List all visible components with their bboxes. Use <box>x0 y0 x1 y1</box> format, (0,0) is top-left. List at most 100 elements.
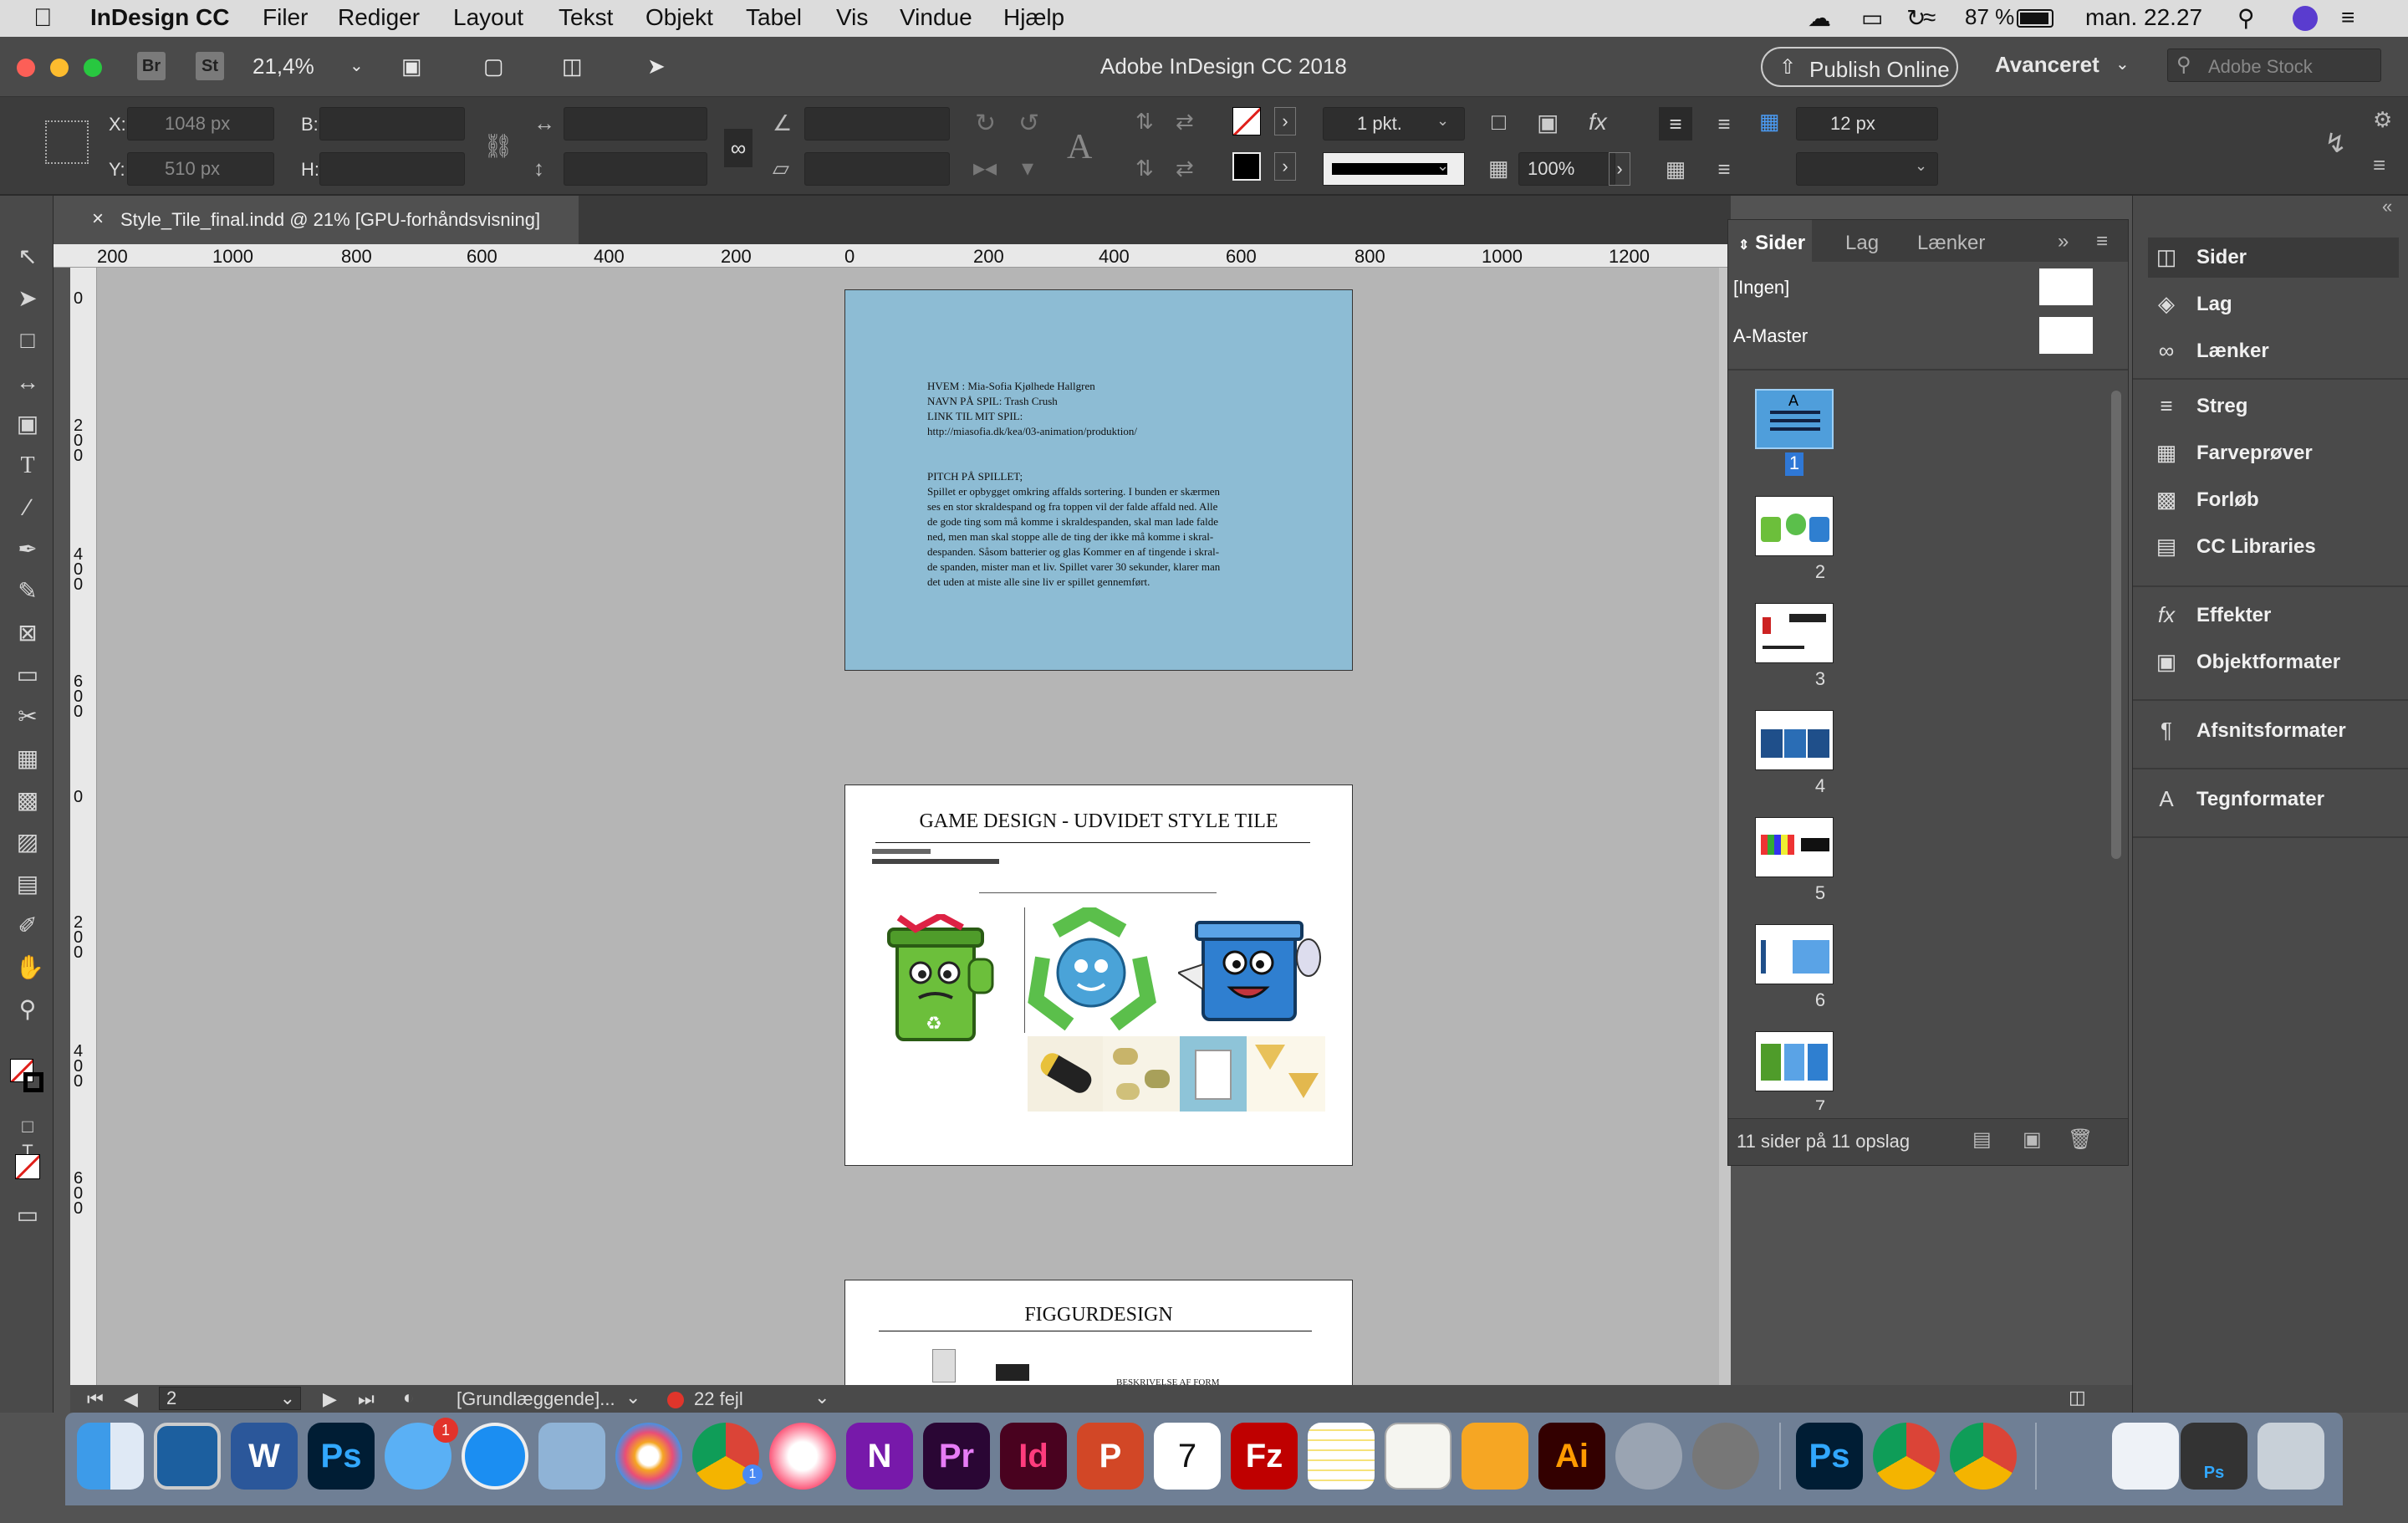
stroke-swatch[interactable] <box>1232 152 1261 181</box>
premiere-app-icon[interactable]: Pr <box>923 1423 990 1490</box>
zoom-window-button[interactable] <box>84 59 102 77</box>
dock-sider[interactable]: ◫ Sider <box>2148 238 2399 278</box>
edit-page-size-icon[interactable]: ▤ <box>1972 1127 1992 1152</box>
quick-apply-icon[interactable]: ↯ <box>2324 127 2347 159</box>
filezilla-app-icon[interactable]: Fz <box>1231 1423 1298 1490</box>
indesign-app-icon[interactable]: Id <box>1000 1423 1067 1490</box>
bridge-button[interactable]: Br <box>137 52 166 80</box>
app-menu[interactable]: InDesign CC <box>90 4 229 31</box>
constrain-proportions-icon[interactable]: ⛓ <box>483 132 513 160</box>
illustrator-app-icon[interactable]: Ai <box>1538 1423 1605 1490</box>
menu-filer[interactable]: Filer <box>263 4 308 31</box>
dock-tegnformater[interactable]: A Tegnformater <box>2148 779 2399 820</box>
milk-carton-image[interactable] <box>1180 1036 1247 1112</box>
photoshop-app-icon[interactable]: Ps <box>1796 1423 1863 1490</box>
rectangle-frame-tool-icon[interactable]: ⊠ <box>15 621 40 646</box>
rectangle-tool-icon[interactable]: ▭ <box>15 662 40 687</box>
publish-online-button[interactable]: ⇧ Publish Online <box>1761 47 1958 87</box>
select-next-icon[interactable]: ⇄ <box>1176 156 1194 181</box>
preflight-profile[interactable]: [Grundlæggende]... <box>457 1388 615 1410</box>
stroke-menu-icon[interactable]: › <box>1274 152 1296 181</box>
chevron-down-icon[interactable]: ⌄ <box>1915 157 1927 175</box>
menu-objekt[interactable]: Objekt <box>645 4 713 31</box>
gap-tool-icon[interactable]: ↔ <box>15 370 40 395</box>
finder-app-icon[interactable] <box>77 1423 144 1490</box>
calendar-app-icon[interactable]: 7 <box>1154 1423 1221 1490</box>
dock-objektformater[interactable]: ▣ Objektformater <box>2148 642 2399 682</box>
fx-icon[interactable]: fx <box>1589 109 1607 135</box>
page-thumb-6[interactable] <box>1755 924 1834 984</box>
panel-menu-icon[interactable]: ≡ <box>2373 152 2385 178</box>
type-tool-icon[interactable]: T <box>15 453 40 478</box>
page-thumb-3[interactable] <box>1755 603 1834 663</box>
thumbnails-scrollbar[interactable] <box>2111 391 2121 859</box>
pitch-text-frame[interactable]: HVEM : Mia-Sofia Kjølhede Hallgren NAVN … <box>927 379 1278 590</box>
food-scraps-image[interactable] <box>1103 1036 1180 1112</box>
creative-cloud-icon[interactable]: ☁ <box>1808 4 1831 32</box>
tab-sider[interactable]: ⇕ Sider <box>1728 220 1812 262</box>
document-tab[interactable]: × Style_Tile_final.indd @ 21% [GPU-forhå… <box>54 196 579 244</box>
notes-app-icon[interactable] <box>1308 1423 1375 1490</box>
dock-forlob[interactable]: ▩ Forløb <box>2148 480 2399 520</box>
spotlight-icon[interactable]: ⚲ <box>2237 4 2255 32</box>
menu-layout[interactable]: Layout <box>453 4 523 31</box>
dock-cc-libraries[interactable]: ▤ CC Libraries <box>2148 527 2399 567</box>
page-number-field[interactable]: 2 ⌄ <box>159 1387 301 1410</box>
green-bin-character-image[interactable]: ♻ <box>882 912 997 1046</box>
new-page-icon[interactable]: ▣ <box>2023 1127 2042 1152</box>
tab-lag[interactable]: Lag <box>1845 232 1879 255</box>
hand-tool-icon[interactable]: ✋ <box>15 955 44 980</box>
menu-tabel[interactable]: Tabel <box>746 4 802 31</box>
collapse-panel-icon[interactable]: » <box>2058 230 2069 253</box>
screen-mode-icon[interactable]: ▢ <box>483 54 504 79</box>
shear-angle-field[interactable] <box>804 152 950 186</box>
gradient-swatch-tool-icon[interactable]: ▩ <box>15 788 40 813</box>
free-transform-tool-icon[interactable]: ▦ <box>15 746 40 771</box>
reference-point-icon[interactable] <box>45 120 89 164</box>
delete-page-icon[interactable]: 🗑 <box>2068 1127 2093 1152</box>
document-canvas[interactable]: HVEM : Mia-Sofia Kjølhede Hallgren NAVN … <box>97 268 1731 1385</box>
page-3[interactable]: FIGGURDESIGN BESKRIVELSE AF FORM <box>844 1280 1353 1385</box>
select-container-icon[interactable]: ⇅ <box>1135 109 1154 135</box>
align-icon-2[interactable]: ≡ <box>1707 107 1741 141</box>
scale-y-field[interactable] <box>564 152 707 186</box>
split-window-icon[interactable]: ◫ <box>2069 1387 2086 1408</box>
dock-effekter[interactable]: fx Effekter <box>2148 595 2399 636</box>
pages-app-icon[interactable] <box>1462 1423 1528 1490</box>
textedit-app-icon[interactable] <box>1385 1423 1451 1490</box>
link-scale-icon[interactable]: ∞ <box>724 129 752 167</box>
error-count[interactable]: 22 fejl <box>694 1388 743 1410</box>
page-thumb-4[interactable] <box>1755 710 1834 770</box>
clock[interactable]: man. 22.27 <box>2085 4 2202 31</box>
chevron-down-icon[interactable]: ⌄ <box>349 55 364 76</box>
fill-swatch-none[interactable] <box>1232 107 1261 135</box>
menu-rediger[interactable]: Rediger <box>338 4 420 31</box>
scale-x-field[interactable] <box>564 107 707 141</box>
select-content-icon[interactable]: ⇅ <box>1135 156 1154 181</box>
wifi-icon[interactable]: ≈ <box>1923 4 1936 31</box>
arrange-documents-icon[interactable]: ◫ <box>562 54 583 79</box>
launchpad-app-icon[interactable] <box>1615 1423 1682 1490</box>
flip-vertical-icon[interactable]: ▾ <box>1022 154 1033 181</box>
onenote-app-icon[interactable]: N <box>846 1423 913 1490</box>
gradient-feather-tool-icon[interactable]: ▨ <box>15 830 40 855</box>
chrome-app-icon[interactable] <box>1873 1423 1940 1490</box>
height-field[interactable] <box>319 152 465 186</box>
powerpoint-app-icon[interactable]: P <box>1077 1423 1144 1490</box>
scissors-tool-icon[interactable]: ✂ <box>15 704 40 729</box>
vertical-ruler[interactable]: 0 2 0 0 4 0 0 6 0 0 0 2 0 0 4 0 0 6 0 0 <box>70 268 97 1385</box>
virtualbox-app-icon[interactable] <box>154 1423 221 1490</box>
select-previous-icon[interactable]: ⇄ <box>1176 109 1194 135</box>
line-tool-icon[interactable]: ∕ <box>15 495 40 520</box>
page-thumb-2[interactable] <box>1755 496 1834 556</box>
figure-sketch-image[interactable] <box>932 1349 956 1382</box>
figure-sketch-image[interactable] <box>996 1364 1029 1381</box>
opacity-field[interactable]: 100% <box>1518 152 1615 186</box>
publish-rocket-icon[interactable]: ➤ <box>647 54 666 79</box>
y-field[interactable]: 510 px <box>127 152 274 186</box>
page-tool-icon[interactable]: □ <box>15 328 40 353</box>
pizza-slices-image[interactable] <box>1247 1036 1325 1112</box>
chevron-down-icon[interactable]: ⌄ <box>2115 54 2130 74</box>
menu-vindue[interactable]: Vindue <box>900 4 972 31</box>
dock-laenker[interactable]: ∞ Lænker <box>2148 331 2399 371</box>
